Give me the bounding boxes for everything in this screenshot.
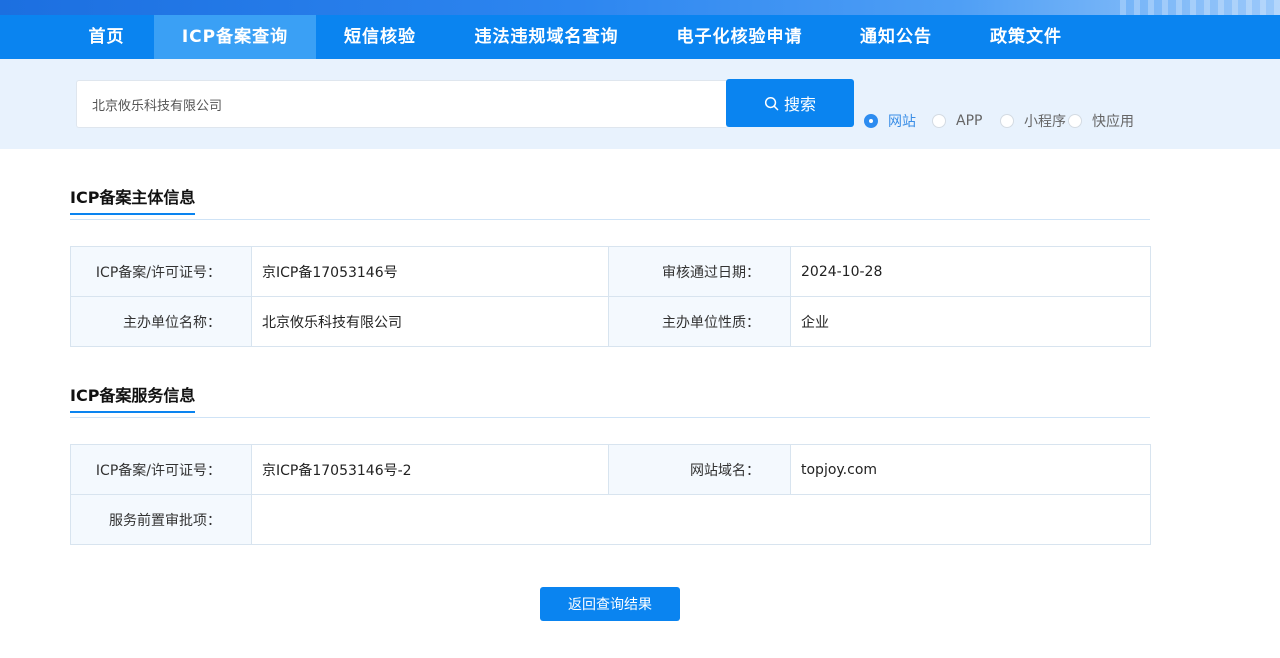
search-button-label: 搜索: [783, 97, 816, 114]
nav-item-sms-verify[interactable]: 短信核验: [316, 15, 444, 59]
pre-approval-items-label: 服务前置审批项：: [70, 494, 252, 545]
radio-label: 快应用: [1092, 114, 1134, 130]
radio-website[interactable]: 网站: [864, 111, 916, 131]
radio-mini-program[interactable]: 小程序: [1000, 111, 1066, 131]
service-license-number-label: ICP备案/许可证号：: [70, 444, 252, 495]
service-section-title: ICP备案服务信息: [70, 382, 196, 413]
search-area: 搜索 网站 APP 小程序 快应用: [0, 59, 1280, 149]
radio-dot: [864, 114, 878, 128]
radio-dot: [1068, 114, 1082, 128]
return-to-results-button[interactable]: 返回查询结果: [540, 587, 680, 621]
radio-quick-app[interactable]: 快应用: [1068, 111, 1134, 131]
organizer-name-value: 北京攸乐科技有限公司: [251, 296, 609, 347]
organizer-type-label: 主办单位性质：: [608, 296, 791, 347]
title-underline: [70, 411, 196, 413]
banner-decoration: [1120, 0, 1280, 15]
subject-info-table: ICP备案/许可证号： 京ICP备17053146号 审核通过日期： 2024-…: [70, 246, 1151, 347]
subject-section-title-text: ICP备案主体信息: [70, 188, 196, 207]
radio-label: APP: [956, 113, 983, 129]
radio-app[interactable]: APP: [932, 111, 982, 131]
service-license-number-value: 京ICP备17053146号-2: [251, 444, 609, 495]
table-row: ICP备案/许可证号： 京ICP备17053146号-2 网站域名： topjo…: [70, 444, 1151, 495]
table-row: ICP备案/许可证号： 京ICP备17053146号 审核通过日期： 2024-…: [70, 246, 1151, 297]
website-domain-label: 网站域名：: [608, 444, 791, 495]
title-underline: [70, 213, 196, 215]
search-button[interactable]: 搜索: [726, 79, 854, 127]
nav-item-illegal-domain-query[interactable]: 违法违规域名查询: [444, 15, 649, 59]
section-divider: [70, 219, 1150, 220]
radio-label: 小程序: [1024, 114, 1066, 130]
radio-label: 网站: [888, 114, 916, 130]
search-icon: [764, 96, 779, 110]
service-info-table: ICP备案/许可证号： 京ICP备17053146号-2 网站域名： topjo…: [70, 444, 1151, 545]
table-row: 主办单位名称： 北京攸乐科技有限公司 主办单位性质： 企业: [70, 296, 1151, 347]
pre-approval-items-value: [251, 494, 1151, 545]
radio-dot: [1000, 114, 1014, 128]
radio-dot: [932, 114, 946, 128]
main-nav: 首页 ICP备案查询 短信核验 违法违规域名查询 电子化核验申请 通知公告 政策…: [0, 15, 1280, 59]
nav-item-policy-docs[interactable]: 政策文件: [962, 15, 1090, 59]
license-number-value: 京ICP备17053146号: [251, 246, 609, 297]
service-section-title-text: ICP备案服务信息: [70, 386, 196, 405]
section-divider: [70, 417, 1150, 418]
table-row: 服务前置审批项：: [70, 494, 1151, 545]
nav-item-icp-query[interactable]: ICP备案查询: [154, 15, 316, 59]
search-input[interactable]: [76, 80, 726, 128]
nav-item-home[interactable]: 首页: [59, 15, 154, 59]
website-domain-value: topjoy.com: [790, 444, 1151, 495]
nav-item-e-verify-apply[interactable]: 电子化核验申请: [649, 15, 830, 59]
license-number-label: ICP备案/许可证号：: [70, 246, 252, 297]
approval-date-value: 2024-10-28: [790, 246, 1151, 297]
organizer-name-label: 主办单位名称：: [70, 296, 252, 347]
header-banner-strip: [0, 0, 1280, 15]
nav-item-notices[interactable]: 通知公告: [830, 15, 962, 59]
organizer-type-value: 企业: [790, 296, 1151, 347]
approval-date-label: 审核通过日期：: [608, 246, 791, 297]
subject-section-title: ICP备案主体信息: [70, 184, 196, 215]
